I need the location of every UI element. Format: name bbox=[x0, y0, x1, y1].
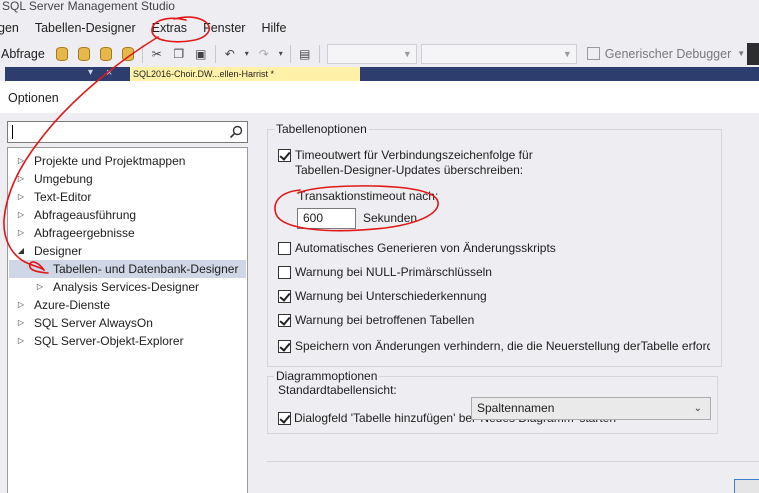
tree-item-projects[interactable]: ▷ Projekte und Projektmappen bbox=[9, 152, 246, 170]
default-table-view-value: Spaltennamen bbox=[477, 401, 555, 415]
expand-arrow-icon[interactable]: ▷ bbox=[16, 188, 26, 206]
mdx-query-icon[interactable] bbox=[75, 45, 93, 63]
collapse-arrow-icon[interactable]: ◢ bbox=[16, 242, 26, 260]
transaction-timeout-label: Transaktionstimeout nach: bbox=[298, 189, 439, 203]
undo-dropdown-icon[interactable]: ▾ bbox=[243, 45, 251, 63]
redo-dropdown-icon[interactable]: ▾ bbox=[277, 45, 285, 63]
debugger-label: Generischer Debugger bbox=[604, 46, 732, 61]
redo-icon[interactable]: ↷ bbox=[255, 45, 273, 63]
default-table-view-label: Standardtabellensicht: bbox=[278, 383, 397, 397]
expand-arrow-icon[interactable]: ▷ bbox=[16, 296, 26, 314]
toolbar-overflow bbox=[747, 43, 759, 65]
toolbar-separator bbox=[141, 44, 143, 63]
undo-icon[interactable]: ↶ bbox=[221, 45, 239, 63]
menu-item-help[interactable]: Hilfe bbox=[253, 21, 294, 35]
chevron-down-icon: ⌄ bbox=[693, 403, 702, 414]
transaction-timeout-input[interactable]: 600 bbox=[297, 208, 356, 229]
tree-item-environment[interactable]: ▷ Umgebung bbox=[9, 170, 246, 188]
tree-item-query-results[interactable]: ▷ Abfrageergebnisse bbox=[9, 224, 246, 242]
dialog-body: ▷ Projekte und Projektmappen ▷ Umgebung … bbox=[0, 113, 759, 493]
tree-item-alwayson[interactable]: ▷ SQL Server AlwaysOn bbox=[9, 314, 246, 332]
toolbar-separator bbox=[214, 44, 216, 63]
debugger-dropdown-icon: ▼ bbox=[737, 49, 746, 58]
expand-arrow-icon[interactable]: ▷ bbox=[16, 332, 26, 350]
solution-platform-combo[interactable]: ▼ bbox=[420, 43, 577, 64]
add-table-dialog-checkbox[interactable] bbox=[278, 412, 291, 425]
tree-item-object-explorer[interactable]: ▷ SQL Server-Objekt-Explorer bbox=[9, 332, 246, 350]
tree-item-analysis-services-designer[interactable]: ▷ Analysis Services-Designer bbox=[9, 278, 246, 296]
new-query-icon[interactable] bbox=[53, 45, 71, 63]
tab-strip-background bbox=[5, 67, 759, 81]
prevent-table-recreation-checkbox[interactable] bbox=[278, 340, 291, 353]
generic-debugger-button[interactable]: Generischer Debugger ▼ bbox=[586, 46, 746, 61]
tree-item-query-execution[interactable]: ▷ Abfrageausführung bbox=[9, 206, 246, 224]
expand-arrow-icon[interactable]: ▷ bbox=[35, 278, 45, 296]
toolbar-separator bbox=[289, 44, 291, 63]
dropdown-icon[interactable]: ▾ bbox=[88, 67, 93, 79]
expand-arrow-icon[interactable]: ▷ bbox=[16, 224, 26, 242]
copy-icon[interactable]: ❐ bbox=[170, 45, 188, 63]
timeout-override-checkbox[interactable] bbox=[278, 149, 291, 162]
default-table-view-select[interactable]: Spaltennamen ⌄ bbox=[471, 397, 711, 420]
expand-arrow-icon[interactable]: ▷ bbox=[16, 152, 26, 170]
difference-detection-warning-checkbox[interactable] bbox=[278, 290, 291, 303]
toolbar-separator bbox=[318, 44, 320, 63]
window-title: SQL Server Management Studio bbox=[0, 0, 759, 14]
timeout-unit-label: Sekunden bbox=[363, 211, 418, 225]
auto-generate-scripts-label: Automatisches Generieren von Änderungssk… bbox=[295, 241, 556, 255]
search-icon[interactable] bbox=[229, 125, 243, 139]
tree-item-designer[interactable]: ◢ Designer bbox=[9, 242, 246, 260]
auto-generate-scripts-checkbox[interactable] bbox=[278, 242, 291, 255]
cut-icon[interactable]: ✂ bbox=[148, 45, 166, 63]
options-search-input[interactable] bbox=[11, 124, 221, 140]
tree-item-table-database-designer[interactable]: Tabellen- und Datenbank-Designer bbox=[9, 260, 246, 278]
close-icon[interactable]: × bbox=[106, 67, 112, 79]
affected-tables-warning-label: Warnung bei betroffenen Tabellen bbox=[295, 313, 475, 327]
dmx-query-icon[interactable] bbox=[97, 45, 115, 63]
activity-monitor-icon[interactable]: ▤ bbox=[296, 45, 314, 63]
solution-configuration-combo[interactable]: ▼ bbox=[326, 43, 417, 64]
document-tab[interactable]: SQL2016-Choir.DW...ellen-Harrist * bbox=[130, 67, 360, 81]
paste-icon[interactable]: ▣ bbox=[192, 45, 210, 63]
options-search-box[interactable] bbox=[7, 121, 248, 143]
affected-tables-warning-checkbox[interactable] bbox=[278, 314, 291, 327]
dialog-divider bbox=[267, 461, 759, 462]
difference-detection-warning-label: Warnung bei Unterschiederkennung bbox=[295, 289, 487, 303]
expand-arrow-icon[interactable]: ▷ bbox=[16, 314, 26, 332]
debugger-icon bbox=[586, 47, 600, 60]
expand-arrow-icon[interactable]: ▷ bbox=[16, 170, 26, 188]
timeout-override-label-1: Timeoutwert für Verbindungszeichenfolge … bbox=[295, 148, 533, 162]
query-button[interactable]: Abfrage bbox=[1, 47, 45, 61]
tree-item-text-editor[interactable]: ▷ Text-Editor bbox=[9, 188, 246, 206]
toolbar: Abfrage ✂ ❐ ▣ ↶ ▾ ↷ ▾ ▤ ▼ ▼ Generischer … bbox=[0, 40, 759, 67]
menu-item-window[interactable]: Fenster bbox=[195, 21, 253, 35]
diagram-options-title: Diagrammoptionen bbox=[274, 369, 380, 383]
menu-item-table-designer[interactable]: Tabellen-Designer bbox=[27, 21, 144, 35]
menu-item-extras[interactable]: Extras bbox=[144, 21, 195, 35]
document-tab-strip: ▾ × SQL2016-Choir.DW...ellen-Harrist * bbox=[0, 67, 759, 81]
table-options-title: Tabellenoptionen bbox=[274, 122, 369, 136]
ok-button-edge[interactable] bbox=[734, 479, 759, 493]
expand-arrow-icon[interactable]: ▷ bbox=[16, 206, 26, 224]
xmla-query-icon[interactable] bbox=[119, 45, 137, 63]
prevent-table-recreation-label: Speichern von Änderungen verhindern, die… bbox=[295, 339, 710, 353]
null-primary-key-warning-checkbox[interactable] bbox=[278, 266, 291, 279]
menu-item-tools-partial[interactable]: gen bbox=[0, 21, 27, 35]
null-primary-key-warning-label: Warnung bei NULL-Primärschlüsseln bbox=[295, 265, 492, 279]
options-dialog: Optionen ▷ Projekte und Projektmappen ▷ … bbox=[0, 81, 759, 493]
options-tree: ▷ Projekte und Projektmappen ▷ Umgebung … bbox=[7, 147, 248, 493]
timeout-override-label-2: Tabellen-Designer-Updates überschreiben: bbox=[295, 163, 524, 177]
menu-bar: gen Tabellen-Designer Extras Fenster Hil… bbox=[0, 16, 759, 40]
dialog-title: Optionen bbox=[8, 91, 59, 105]
tree-item-azure-services[interactable]: ▷ Azure-Dienste bbox=[9, 296, 246, 314]
